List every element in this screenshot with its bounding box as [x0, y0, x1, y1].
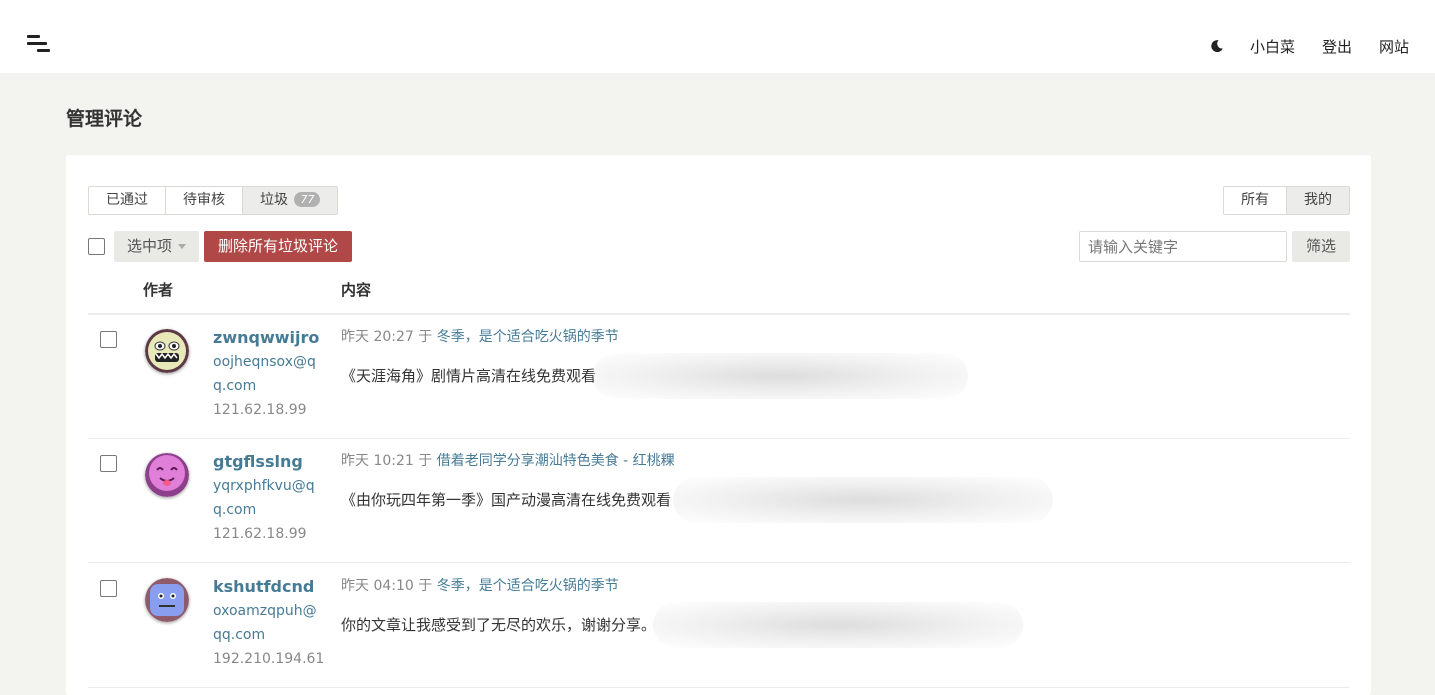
comment-checkbox[interactable] [100, 455, 117, 472]
comment-meta: 昨天 10:21 于 借着老同学分享潮汕特色美食 - 红桃粿 [341, 451, 675, 471]
tab-all[interactable]: 所有 [1223, 186, 1287, 215]
author-column-header: 作者 [143, 281, 174, 299]
author-ip: 121.62.18.99 [213, 526, 307, 542]
comment-row: kshutfdcnd oxoamzqpuh@qq.com 192.210.194… [88, 564, 1350, 688]
comment-text: 《由你玩四年第一季》国产动漫高清在线免费观看 [341, 491, 672, 509]
user-link[interactable]: 小白菜 [1250, 36, 1295, 57]
comment-time: 昨天 10:21 [341, 453, 414, 469]
author-name-link[interactable]: gtgflsslng [213, 451, 318, 473]
author-email-link[interactable]: oxoamzqpuh@qq.com [213, 599, 318, 647]
author-email-link[interactable]: yqrxphfkvu@qq.com [213, 474, 318, 522]
avatar [145, 578, 189, 622]
select-all-checkbox[interactable] [88, 238, 105, 255]
author-ip: 121.62.18.99 [213, 402, 307, 418]
comment-author: kshutfdcnd oxoamzqpuh@qq.com 192.210.194… [213, 576, 325, 671]
comment-text: 你的文章让我感受到了无尽的欢乐，谢谢分享。 [341, 616, 657, 634]
comment-checkbox[interactable] [100, 331, 117, 348]
search-bar: 筛选 [1078, 231, 1350, 262]
author-email-link[interactable]: oojheqnsox@qq.com [213, 350, 318, 398]
comment-meta: 昨天 20:27 于 冬季，是个适合吃火锅的季节 [341, 327, 619, 347]
selected-items-label: 选中项 [127, 237, 173, 255]
comment-post-link[interactable]: 借着老同学分享潮汕特色美食 - 红桃粿 [437, 453, 675, 469]
author-name-link[interactable]: kshutfdcnd [213, 576, 318, 598]
redacted-blur [673, 477, 1053, 523]
page-title: 管理评论 [66, 108, 143, 130]
logout-link[interactable]: 登出 [1322, 36, 1352, 57]
moon-icon[interactable] [1210, 39, 1224, 53]
comment-time: 昨天 04:10 [341, 578, 414, 594]
bulk-actions: 选中项 删除所有垃圾评论 [88, 231, 353, 262]
comment-post-link[interactable]: 冬季，是个适合吃火锅的季节 [437, 329, 619, 345]
comment-in: 于 [418, 329, 433, 345]
redacted-blur [653, 602, 1023, 648]
comment-time: 昨天 20:27 [341, 329, 414, 345]
author-ip: 192.210.194.61 [213, 651, 325, 667]
tab-pending[interactable]: 待审核 [165, 186, 243, 215]
menu-icon[interactable] [27, 35, 51, 55]
avatar [145, 453, 189, 497]
top-bar: 小白菜 登出 网站 [0, 0, 1435, 73]
comment-author: gtgflsslng yqrxphfkvu@qq.com 121.62.18.9… [213, 451, 318, 546]
comment-checkbox[interactable] [100, 580, 117, 597]
comment-author: zwnqwwijro oojheqnsox@qq.com 121.62.18.9… [213, 327, 319, 422]
comment-in: 于 [418, 453, 433, 469]
comment-text: 《天涯海角》剧情片高清在线免费观看 [341, 367, 597, 385]
delete-all-spam-button[interactable]: 删除所有垃圾评论 [204, 231, 353, 262]
author-name-link[interactable]: zwnqwwijro [213, 327, 319, 349]
comments-panel: 已通过 待审核 垃圾 77 所有 我的 选中项 删除所有垃圾评论 筛选 作者 内… [66, 155, 1371, 695]
chevron-down-icon [178, 244, 187, 249]
top-nav: 小白菜 登出 网站 [1210, 0, 1409, 92]
comment-row: gtgflsslng yqrxphfkvu@qq.com 121.62.18.9… [88, 439, 1350, 563]
filter-button[interactable]: 筛选 [1291, 231, 1350, 262]
tab-spam[interactable]: 垃圾 77 [242, 186, 339, 215]
comment-row: zwnqwwijro oojheqnsox@qq.com 121.62.18.9… [88, 315, 1350, 439]
scope-tabs: 所有 我的 [1223, 186, 1350, 215]
tab-spam-label: 垃圾 [260, 192, 288, 208]
comment-in: 于 [418, 578, 433, 594]
spam-count-badge: 77 [294, 192, 321, 207]
status-tabs: 已通过 待审核 垃圾 77 [88, 186, 339, 215]
avatar [145, 329, 189, 373]
tab-approved[interactable]: 已通过 [88, 186, 166, 215]
comment-post-link[interactable]: 冬季，是个适合吃火锅的季节 [437, 578, 619, 594]
site-link[interactable]: 网站 [1379, 36, 1409, 57]
selected-items-dropdown[interactable]: 选中项 [114, 231, 200, 262]
tab-mine[interactable]: 我的 [1286, 186, 1350, 215]
comment-meta: 昨天 04:10 于 冬季，是个适合吃火锅的季节 [341, 576, 619, 596]
redacted-blur [593, 353, 968, 399]
search-input[interactable] [1078, 231, 1287, 262]
content-column-header: 内容 [341, 281, 372, 299]
